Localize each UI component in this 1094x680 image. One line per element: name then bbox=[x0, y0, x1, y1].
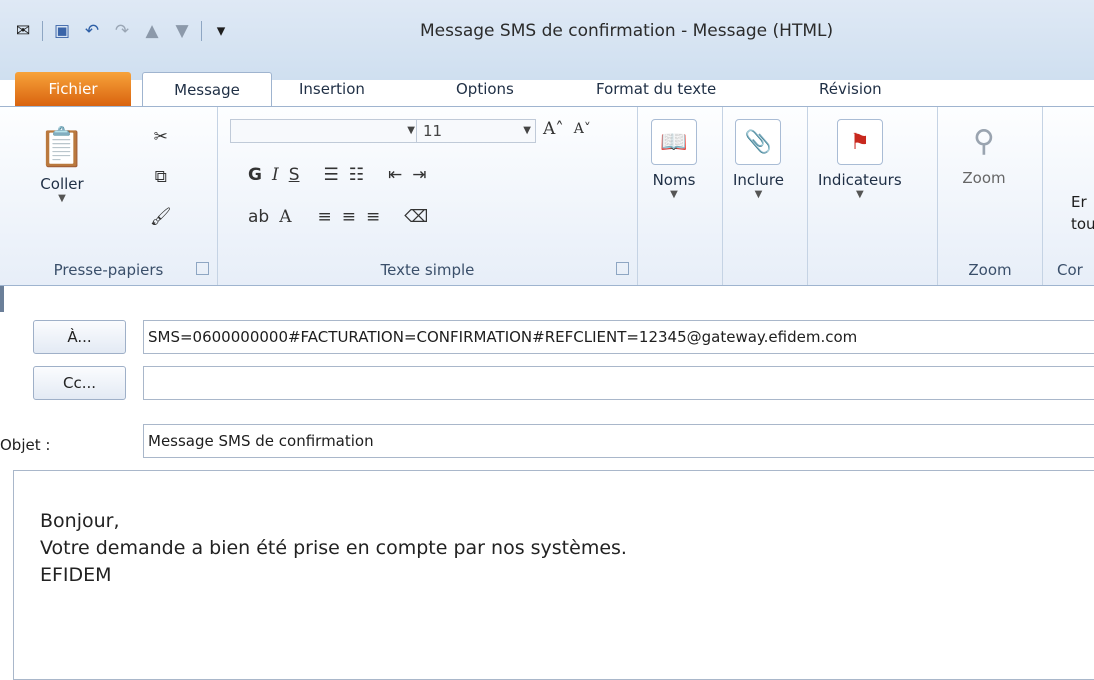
flags-label: Indicateurs bbox=[818, 171, 902, 189]
tab-revision[interactable]: Révision bbox=[805, 72, 896, 106]
names-group: 📖 Noms ▼ bbox=[638, 107, 723, 285]
tab-insertion[interactable]: Insertion bbox=[285, 72, 379, 106]
window-title: Message SMS de confirmation - Message (H… bbox=[420, 21, 834, 41]
zoom-label: Zoom bbox=[962, 169, 1006, 187]
clipboard-group: 📋 Coller ▼ ✂ ⧉ 🖌 Presse-papiers bbox=[0, 107, 218, 285]
customize-icon[interactable]: ▾ bbox=[208, 19, 234, 43]
include-group: 📎 Inclure ▼ bbox=[723, 107, 808, 285]
format-row: G I S ☰ ☷ ⇤ ⇥ bbox=[248, 165, 426, 185]
align-center-icon[interactable]: ≡ bbox=[342, 207, 356, 227]
include-button[interactable]: 📎 Inclure ▼ bbox=[733, 119, 784, 201]
body-line-1: Bonjour, bbox=[40, 510, 120, 532]
paste-label: Coller bbox=[40, 175, 84, 193]
format-painter-icon[interactable]: 🖌 bbox=[150, 207, 172, 227]
chevron-down-icon: ▼ bbox=[670, 189, 678, 200]
tab-message[interactable]: Message bbox=[142, 72, 272, 106]
dialog-launcher-icon[interactable] bbox=[616, 262, 629, 275]
zoom-group: ⚲ Zoom Zoom bbox=[938, 107, 1043, 285]
paste-icon: 📋 bbox=[38, 124, 86, 169]
body-line-3: EFIDEM bbox=[40, 564, 112, 586]
partial-group: Er tou Cor bbox=[1043, 107, 1094, 285]
to-button[interactable]: À... bbox=[33, 320, 126, 354]
zoom-button[interactable]: ⚲ Zoom bbox=[962, 119, 1006, 188]
dialog-launcher-icon[interactable] bbox=[196, 262, 209, 275]
underline-button[interactable]: S bbox=[289, 165, 300, 185]
font-size-buttons: A˄ A˅ bbox=[543, 119, 591, 139]
chevron-down-icon: ▼ bbox=[58, 193, 66, 204]
body-line-2: Votre demande a bien été prise en compte… bbox=[40, 537, 627, 559]
redo-icon[interactable]: ↷ bbox=[109, 19, 135, 43]
font-size-value: 11 bbox=[423, 122, 443, 140]
cc-field[interactable] bbox=[143, 366, 1094, 400]
include-label: Inclure bbox=[733, 171, 784, 189]
to-field[interactable]: SMS=0600000000#FACTURATION=CONFIRMATION#… bbox=[143, 320, 1094, 354]
chevron-down-icon: ▼ bbox=[754, 189, 763, 200]
address-book-icon: 📖 bbox=[651, 119, 697, 165]
qat-separator bbox=[42, 21, 43, 41]
clear-format-icon[interactable]: ⌫ bbox=[404, 207, 428, 227]
chevron-down-icon: ▼ bbox=[855, 189, 864, 200]
paperclip-icon: 📎 bbox=[735, 119, 782, 165]
clipboard-group-label: Presse-papiers bbox=[53, 261, 164, 279]
numbering-icon[interactable]: ☷ bbox=[349, 165, 364, 185]
partial-group-label: Cor bbox=[1057, 261, 1083, 279]
quick-access-toolbar: ✉ ▣ ↶ ↷ ▲ ▼ ▾ bbox=[10, 18, 234, 44]
subject-label: Objet : bbox=[0, 436, 51, 454]
magnifier-icon: ⚲ bbox=[973, 123, 995, 159]
copy-icon[interactable]: ⧉ bbox=[155, 167, 167, 187]
bold-button[interactable]: G bbox=[248, 165, 262, 185]
qat-separator bbox=[201, 21, 202, 41]
basic-text-group: ▼ 11 ▼ A˄ A˅ G I S ☰ ☷ ⇤ ⇥ ab A ≡ ≡ ≡ ⌫ T… bbox=[218, 107, 638, 285]
grow-font-icon[interactable]: A˄ bbox=[543, 119, 564, 139]
font-name-combo[interactable]: ▼ bbox=[230, 119, 420, 143]
flags-group: ⚑ Indicateurs ▼ bbox=[808, 107, 938, 285]
ribbon-tabs: Fichier Message Insertion Options Format… bbox=[0, 66, 1094, 106]
outlook-icon[interactable]: ✉ bbox=[10, 19, 36, 43]
flag-icon: ⚑ bbox=[836, 119, 883, 165]
cut-icon[interactable]: ✂ bbox=[154, 127, 168, 147]
up-arrow-icon[interactable]: ▲ bbox=[139, 19, 165, 43]
align-left-icon[interactable]: ≡ bbox=[318, 207, 332, 227]
decrease-indent-icon[interactable]: ⇤ bbox=[388, 165, 402, 185]
partial-label-2: tou bbox=[1071, 215, 1094, 233]
bullets-icon[interactable]: ☰ bbox=[323, 165, 338, 185]
chevron-down-icon: ▼ bbox=[523, 125, 531, 136]
font-color-icon[interactable]: A bbox=[279, 207, 291, 227]
save-icon[interactable]: ▣ bbox=[49, 19, 75, 43]
chevron-down-icon: ▼ bbox=[407, 125, 415, 136]
clipboard-tools: ✂ ⧉ 🖌 bbox=[150, 127, 172, 227]
flags-button[interactable]: ⚑ Indicateurs ▼ bbox=[818, 119, 902, 201]
zoom-group-label: Zoom bbox=[968, 261, 1012, 279]
italic-button[interactable]: I bbox=[272, 165, 279, 185]
undo-icon[interactable]: ↶ bbox=[79, 19, 105, 43]
shrink-font-icon[interactable]: A˅ bbox=[574, 121, 591, 137]
highlight-icon[interactable]: ab bbox=[248, 207, 269, 227]
align-right-icon[interactable]: ≡ bbox=[366, 207, 380, 227]
left-edge-bar bbox=[0, 286, 4, 312]
paste-button[interactable]: 📋 Coller ▼ bbox=[38, 124, 86, 205]
down-arrow-icon[interactable]: ▼ bbox=[169, 19, 195, 43]
cc-button[interactable]: Cc... bbox=[33, 366, 126, 400]
message-body-text[interactable]: Bonjour, Votre demande a bien été prise … bbox=[40, 508, 627, 589]
increase-indent-icon[interactable]: ⇥ bbox=[412, 165, 426, 185]
ribbon: 📋 Coller ▼ ✂ ⧉ 🖌 Presse-papiers ▼ 11 ▼ A˄… bbox=[0, 106, 1094, 286]
format-row-2: ab A ≡ ≡ ≡ ⌫ bbox=[248, 207, 428, 227]
subject-field[interactable]: Message SMS de confirmation bbox=[143, 424, 1094, 458]
font-size-combo[interactable]: 11 ▼ bbox=[416, 119, 536, 143]
tab-options[interactable]: Options bbox=[442, 72, 528, 106]
names-button[interactable]: 📖 Noms ▼ bbox=[651, 119, 697, 201]
basic-text-group-label: Texte simple bbox=[380, 261, 475, 279]
tab-file[interactable]: Fichier bbox=[15, 72, 131, 106]
partial-button[interactable]: Er tou bbox=[1071, 191, 1094, 235]
tab-format[interactable]: Format du texte bbox=[582, 72, 730, 106]
names-label: Noms bbox=[652, 171, 696, 189]
partial-label-1: Er bbox=[1071, 193, 1087, 211]
